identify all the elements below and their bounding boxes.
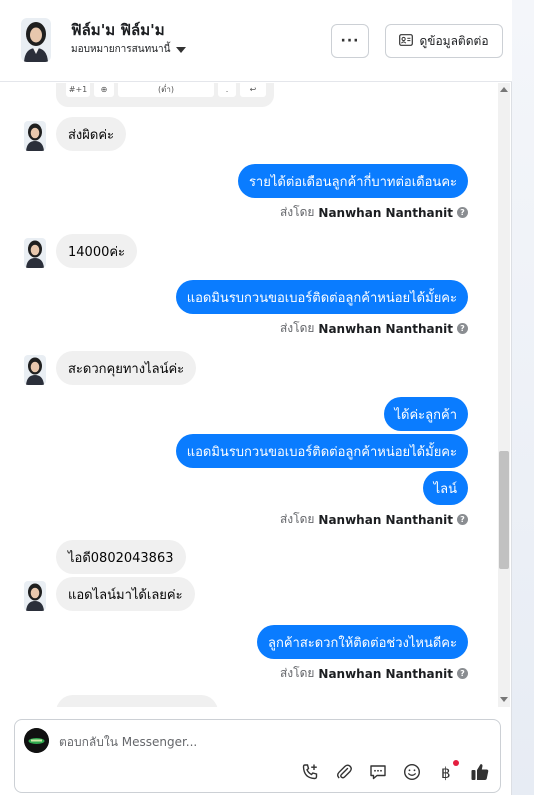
keyboard-key: ⊕ <box>94 83 114 97</box>
incoming-message[interactable]: สะดวกคุยทางไลน์ค่ะ <box>56 351 197 385</box>
keyboard-key: . <box>218 83 236 97</box>
outgoing-message[interactable]: ได้ค่ะลูกค้า <box>383 397 468 431</box>
sent-by-label: ส่งโดย Nanwhan Nanthanit ? <box>280 510 468 529</box>
scroll-up-arrow-icon[interactable] <box>500 87 508 92</box>
contact-avatar <box>24 581 46 611</box>
reply-composer: ฿ <box>14 719 501 793</box>
svg-text:฿: ฿ <box>441 764 451 781</box>
sent-by-label: ส่งโดย Nanwhan Nanthanit ? <box>280 664 468 683</box>
incoming-message[interactable]: แอดไลน์มาได้เลยค่ะ <box>56 577 195 611</box>
view-contact-label: ดูข้อมูลติดต่อ <box>419 33 489 48</box>
contact-avatar <box>24 121 46 151</box>
scroll-thumb[interactable] <box>499 451 509 569</box>
info-icon[interactable]: ? <box>457 323 468 334</box>
contact-avatar <box>24 355 46 385</box>
avatar[interactable] <box>21 18 51 62</box>
outgoing-message[interactable]: รายได้ต่อเดือนลูกค้ากี่บาทต่อเดือนคะ <box>237 164 468 198</box>
sent-by-label: ส่งโดย Nanwhan Nanthanit ? <box>280 319 468 338</box>
keyboard-key: (ต่ำ) <box>118 83 214 97</box>
sent-by-prefix: ส่งโดย <box>279 666 315 680</box>
conversation-header: ฟิล์ม'ม ฟิล์ม'ม มอบหมายการสนทนานี้ ··· ด… <box>0 0 512 82</box>
keyboard-key: #+1 <box>66 83 90 97</box>
thumbs-up-icon[interactable] <box>470 762 490 782</box>
caret-down-icon <box>176 46 187 53</box>
reply-input[interactable] <box>59 732 459 752</box>
info-icon[interactable]: ? <box>457 207 468 218</box>
notification-dot <box>453 760 459 766</box>
sent-by-prefix: ส่งโดย <box>279 205 315 219</box>
assign-label: มอบหมายการสนทนานี้ <box>71 44 171 55</box>
incoming-message[interactable]: ส่งผิดค่ะ <box>56 117 127 151</box>
incoming-message[interactable]: 14000ค่ะ <box>56 234 138 268</box>
emoji-icon[interactable] <box>402 762 422 782</box>
outgoing-message[interactable]: แอดมินรบกวนขอเบอร์ติดต่อลูกค้าหน่อยได้มั… <box>175 434 468 468</box>
shared-image-preview[interactable]: #+1 ⊕ (ต่ำ) . ↩ <box>56 83 274 107</box>
view-contact-button[interactable]: ดูข้อมูลติดต่อ <box>385 24 503 58</box>
contact-card-icon <box>399 33 414 49</box>
page-avatar <box>24 728 49 753</box>
outgoing-message[interactable]: ลูกค้าสะดวกให้ติดต่อช่วงไหนดีคะ <box>256 625 468 659</box>
chat-bubble-icon[interactable] <box>368 762 388 782</box>
message-list: #+1 ⊕ (ต่ำ) . ↩ ส่งผิดค่ะ รายได้ต่อเดือน… <box>0 83 498 707</box>
outgoing-message[interactable]: ไลน์ <box>422 471 468 505</box>
scroll-down-arrow-icon[interactable] <box>500 697 508 702</box>
assign-conversation-dropdown[interactable]: มอบหมายการสนทนานี้ <box>71 42 187 57</box>
incoming-message-partial[interactable] <box>56 695 218 707</box>
sent-by-label: ส่งโดย Nanwhan Nanthanit ? <box>280 203 468 222</box>
baht-icon[interactable]: ฿ <box>436 760 459 782</box>
paperclip-icon[interactable] <box>334 762 354 782</box>
conversation-panel: ฟิล์ม'ม ฟิล์ม'ม มอบหมายการสนทนานี้ ··· ด… <box>0 0 512 795</box>
agent-name: Nanwhan Nanthanit <box>318 666 453 681</box>
info-icon[interactable]: ? <box>457 668 468 679</box>
message-scrollbar[interactable] <box>498 83 510 707</box>
composer-toolbar: ฿ <box>300 760 490 782</box>
outgoing-message[interactable]: แอดมินรบกวนขอเบอร์ติดต่อลูกค้าหน่อยได้มั… <box>175 280 468 314</box>
sent-by-prefix: ส่งโดย <box>279 512 315 526</box>
sent-by-prefix: ส่งโดย <box>279 321 315 335</box>
contact-avatar <box>24 238 46 268</box>
agent-name: Nanwhan Nanthanit <box>318 512 453 527</box>
info-icon[interactable]: ? <box>457 514 468 525</box>
agent-name: Nanwhan Nanthanit <box>318 205 453 220</box>
more-options-button[interactable]: ··· <box>331 24 369 58</box>
keyboard-key: ↩ <box>240 83 266 97</box>
contact-name: ฟิล์ม'ม ฟิล์ม'ม <box>71 21 165 39</box>
background-strip <box>512 0 534 795</box>
agent-name: Nanwhan Nanthanit <box>318 321 453 336</box>
phone-plus-icon[interactable] <box>300 762 320 782</box>
incoming-message[interactable]: ไอดี0802043863 <box>56 540 186 574</box>
